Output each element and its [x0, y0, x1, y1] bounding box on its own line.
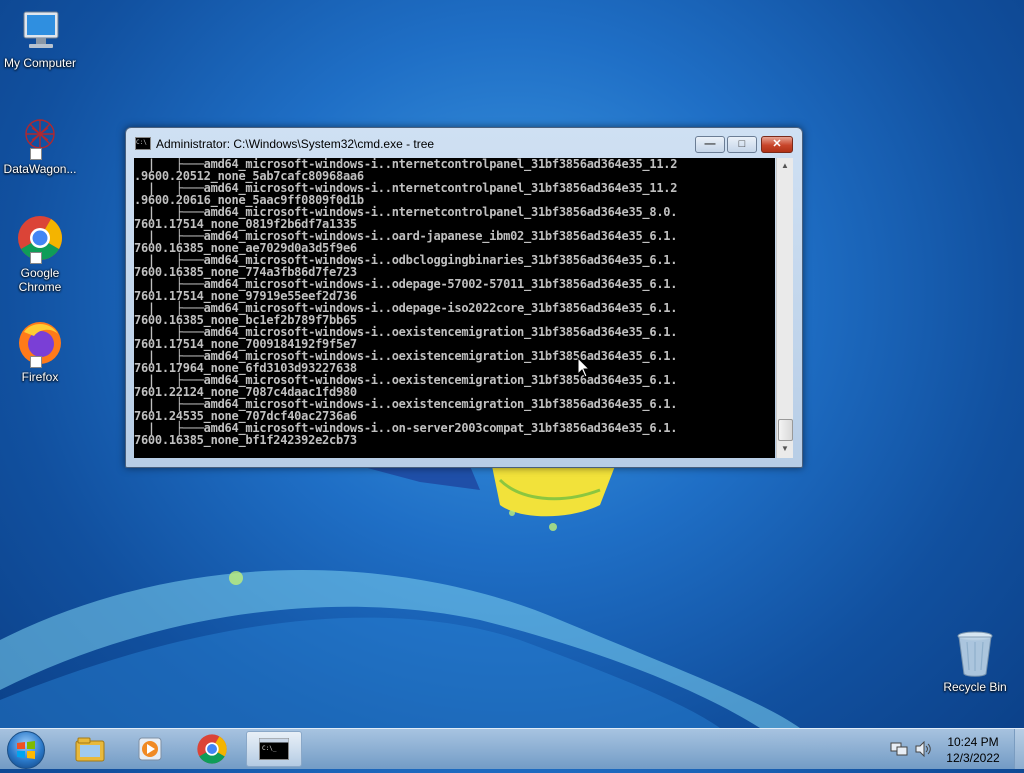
taskbar-media-player[interactable] — [122, 731, 178, 767]
desktop-icon-label: Google Chrome — [18, 266, 62, 294]
svg-text:C:\_: C:\_ — [262, 745, 277, 752]
taskbar-chrome[interactable] — [184, 731, 240, 767]
shortcut-arrow-icon — [30, 148, 42, 160]
taskbar-windows-explorer[interactable] — [62, 731, 118, 767]
cmd-icon: C:\_ — [259, 738, 289, 760]
show-desktop-button[interactable] — [1014, 729, 1024, 769]
desktop-icon-label: My Computer — [3, 56, 77, 70]
windows-logo-icon — [17, 741, 35, 759]
vertical-scrollbar[interactable]: ▲ ▼ — [776, 158, 793, 458]
network-icon[interactable] — [890, 741, 908, 757]
minimize-button[interactable]: — — [695, 136, 725, 153]
clock-time: 10:24 PM — [947, 735, 999, 749]
desktop-icon-label: Firefox — [21, 370, 59, 384]
scroll-up-icon[interactable]: ▲ — [777, 158, 793, 174]
window-title: Administrator: C:\Windows\System32\cmd.e… — [156, 137, 435, 151]
mouse-cursor-icon — [577, 357, 591, 378]
maximize-button[interactable]: □ — [727, 136, 757, 153]
desktop-icon-google-chrome[interactable]: Google Chrome — [0, 214, 80, 294]
desktop-icon-firefox[interactable]: Firefox — [0, 318, 80, 384]
start-button[interactable] — [7, 731, 45, 769]
scroll-down-icon[interactable]: ▼ — [777, 441, 793, 457]
windows-explorer-icon — [75, 737, 105, 762]
cmd-icon: C:\ — [135, 137, 151, 150]
minimize-icon: — — [704, 138, 716, 150]
taskbar-cmd[interactable]: C:\_ — [246, 731, 302, 767]
desktop-icon-label: Recycle Bin — [943, 680, 1007, 694]
desktop-icon-my-computer[interactable]: My Computer — [0, 8, 80, 70]
close-icon: ✕ — [772, 138, 782, 150]
cmd-window[interactable]: C:\ Administrator: C:\Windows\System32\c… — [125, 127, 803, 468]
recycle-bin-icon — [957, 631, 993, 677]
scroll-thumb[interactable] — [778, 419, 793, 441]
taskbar-clock[interactable]: 10:24 PM 12/3/2022 — [930, 734, 1016, 766]
media-player-icon — [138, 737, 162, 761]
desktop-icon-label: DataWagon... — [3, 162, 77, 176]
maximize-icon: □ — [738, 138, 746, 150]
clock-date: 12/3/2022 — [946, 751, 1000, 765]
shortcut-arrow-icon — [30, 252, 42, 264]
desktop-icon-recycle-bin[interactable]: Recycle Bin — [935, 630, 1015, 694]
shortcut-arrow-icon — [30, 356, 42, 368]
window-titlebar[interactable]: C:\ Administrator: C:\Windows\System32\c… — [126, 128, 800, 158]
computer-icon — [23, 11, 59, 48]
console-output[interactable]: | ├───amd64_microsoft-windows-i..nternet… — [134, 158, 775, 458]
close-button[interactable]: ✕ — [761, 136, 793, 153]
chrome-icon — [197, 734, 227, 764]
console-line: 7600.16385_none_bf1f242392e2cb73 — [134, 433, 357, 447]
desktop-icon-datawagon[interactable]: DataWagon... — [0, 112, 80, 176]
taskbar: C:\_ 10:24 PM 12/3/2022 — [0, 728, 1024, 769]
